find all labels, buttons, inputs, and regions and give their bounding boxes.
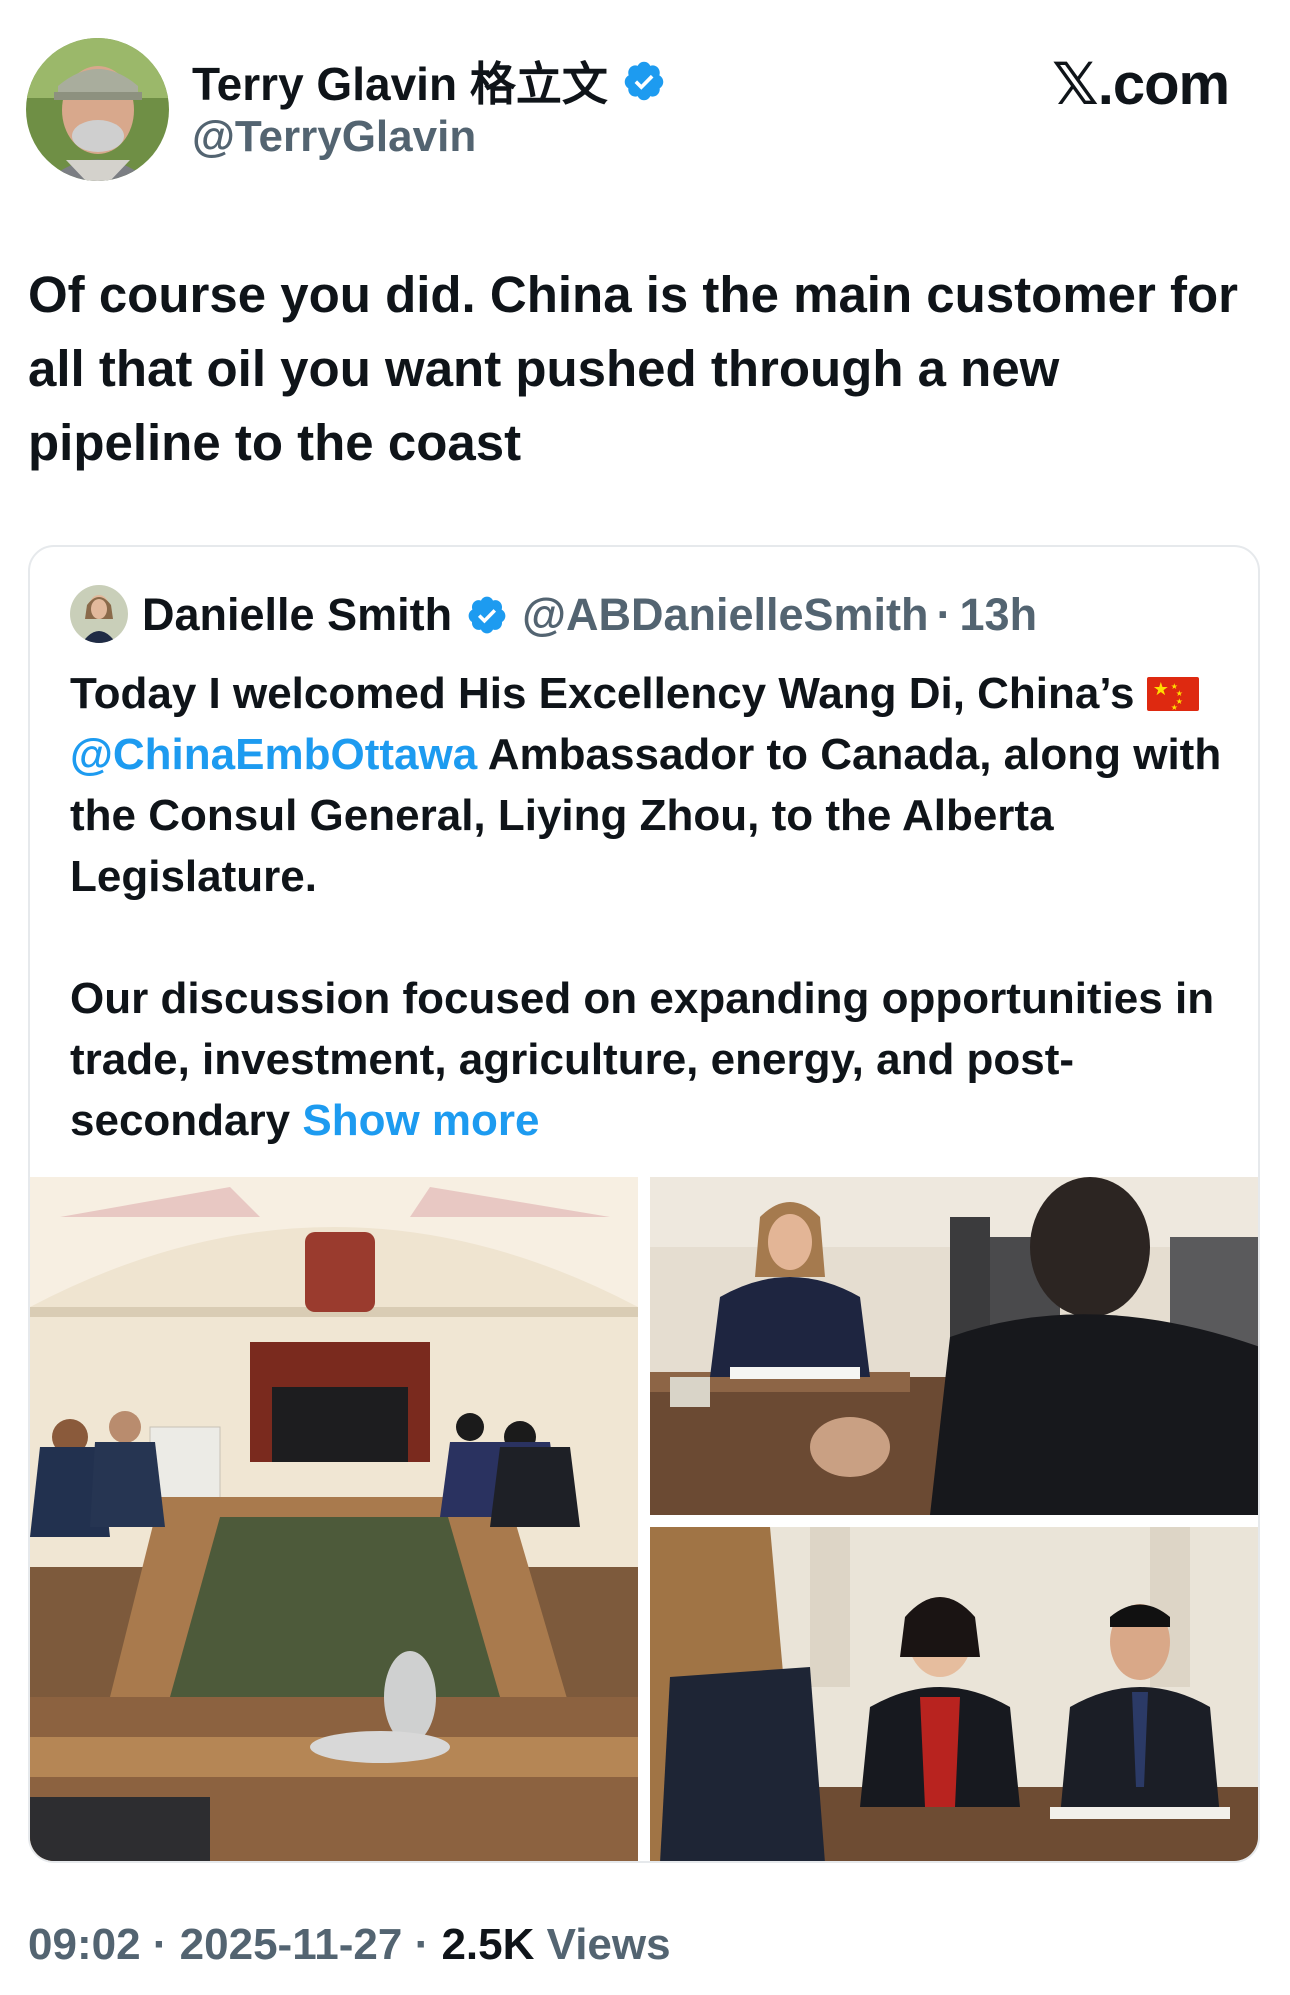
separator-dot: ·: [414, 1920, 430, 1969]
author-name[interactable]: Terry Glavin 格立文: [192, 48, 666, 114]
quoted-text-para2: Our discussion focused on expanding oppo…: [70, 974, 1215, 1145]
quoted-author-avatar[interactable]: [70, 585, 128, 643]
author-name-text: Terry Glavin 格立文: [192, 58, 608, 110]
quoted-tweet-text: Today I welcomed His Excellency Wang Di,…: [70, 663, 1230, 1151]
verified-badge-icon: [468, 596, 506, 634]
author-handle[interactable]: @TerryGlavin: [192, 112, 476, 162]
site-logo: 𝕏.com: [1052, 52, 1230, 117]
tweet-date[interactable]: 2025-11-27: [180, 1920, 403, 1969]
views-label: Views: [546, 1920, 671, 1969]
china-flag-icon: ★ ★ ★ ★ ★: [1146, 677, 1199, 712]
tweet-text: Of course you did. China is the main cus…: [28, 266, 1239, 471]
tweet-meta: 09:02 · 2025-11-27 · 2.5K Views: [28, 1920, 671, 1970]
tweet-time[interactable]: 09:02: [28, 1920, 141, 1969]
verified-badge-icon: [624, 61, 664, 101]
mention-link[interactable]: @ChinaEmbOttawa: [70, 730, 477, 779]
quoted-author-handle[interactable]: @ABDanielleSmith: [522, 589, 928, 641]
separator-dot: ·: [936, 589, 952, 640]
author-avatar[interactable]: [26, 38, 169, 181]
quoted-text-part1: Today I welcomed His Excellency Wang Di,…: [70, 669, 1135, 718]
separator-dot: ·: [152, 1920, 168, 1969]
premier-at-table-photo[interactable]: [650, 1177, 1258, 1515]
show-more-link[interactable]: Show more: [302, 1096, 539, 1145]
meeting-room-photo[interactable]: [30, 1177, 638, 1861]
quoted-tweet-card[interactable]: Danielle Smith @ABDanielleSmith · 13h To…: [28, 545, 1260, 1863]
quoted-author-name[interactable]: Danielle Smith: [142, 589, 452, 641]
quoted-timestamp[interactable]: 13h: [960, 589, 1038, 641]
quoted-author-line: Danielle Smith @ABDanielleSmith · 13h: [142, 589, 1037, 641]
ambassador-and-consul-photo[interactable]: [650, 1527, 1258, 1861]
views-count: 2.5K: [441, 1920, 535, 1969]
